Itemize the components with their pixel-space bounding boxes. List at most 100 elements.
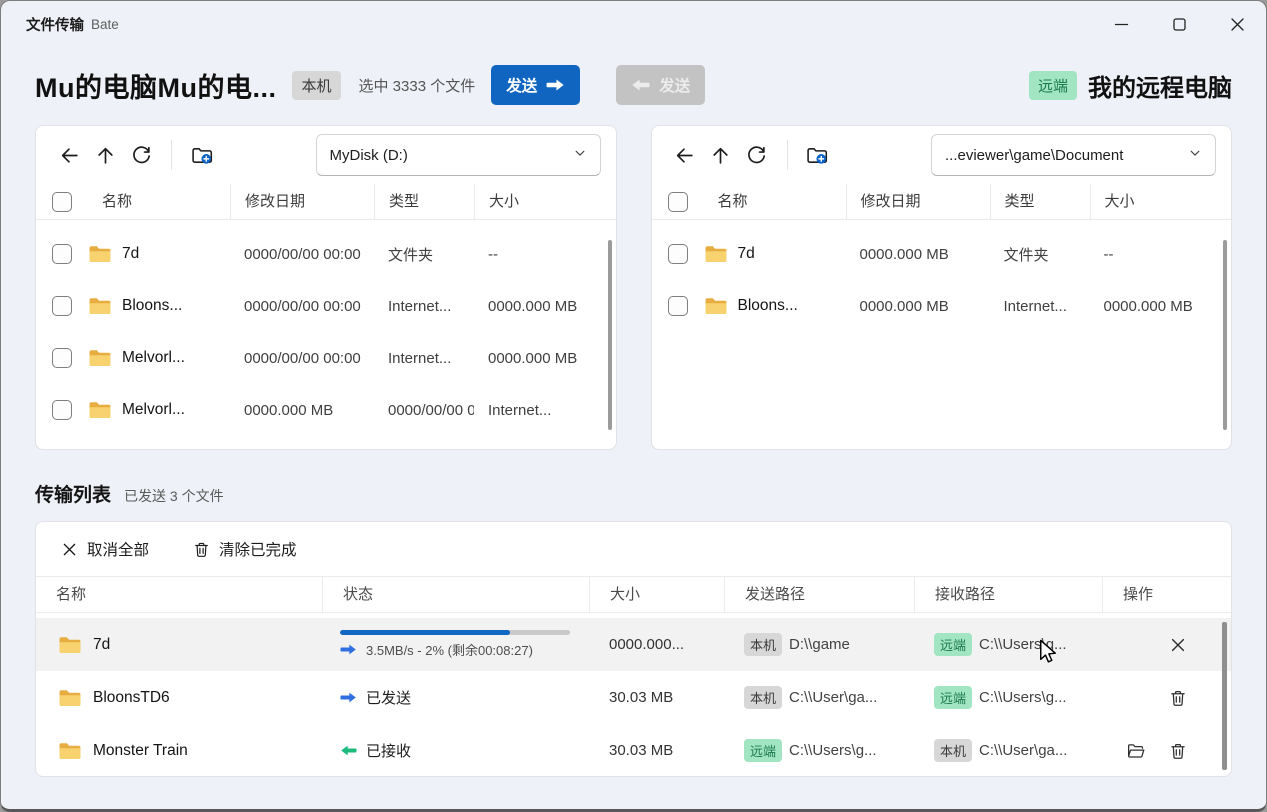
progress-bar	[340, 630, 570, 635]
folder-icon	[58, 635, 82, 655]
open-folder-icon[interactable]	[1127, 742, 1145, 760]
transfer-status-text: 已发送	[366, 687, 411, 708]
column-header-size: 大小	[589, 577, 724, 613]
file-size: 0000.000 MB	[1090, 298, 1232, 315]
row-checkbox[interactable]	[52, 400, 72, 420]
select-all-checkbox[interactable]	[52, 192, 72, 212]
transfer-toolbar: 取消全部 清除已完成	[36, 522, 1231, 577]
column-header-type: 类型	[990, 184, 1090, 220]
transfer-row[interactable]: Monster Train 已接收 30.03 MB 远端C:\\Users\g…	[36, 724, 1231, 777]
file-date: 0000.000 MB	[846, 298, 990, 315]
column-header-date: 修改日期	[846, 184, 990, 220]
select-all-checkbox[interactable]	[668, 192, 688, 212]
recv-path: C:\\Users\g...	[979, 689, 1067, 706]
transfer-size: 30.03 MB	[589, 742, 724, 759]
folder-icon	[58, 741, 82, 761]
local-badge: 本机	[934, 739, 972, 762]
back-icon[interactable]	[51, 137, 87, 173]
file-name: Bloons...	[738, 297, 798, 315]
row-checkbox[interactable]	[668, 296, 688, 316]
row-checkbox[interactable]	[52, 348, 72, 368]
transfer-table-header: 名称 状态 大小 发送路径 接收路径 操作	[36, 577, 1231, 613]
local-badge: 本机	[744, 686, 782, 709]
send-path: C:\\Users\g...	[789, 742, 877, 759]
remote-badge: 远端	[934, 686, 972, 709]
scrollbar[interactable]	[1223, 240, 1227, 430]
receive-button-label: 发送	[659, 74, 690, 96]
column-header-name: 名称	[88, 184, 230, 220]
file-date: 0000/00/00 00:00	[230, 298, 374, 315]
local-toolbar: MyDisk (D:)	[36, 126, 616, 184]
local-badge: 本机	[292, 71, 340, 100]
transfer-row[interactable]: BloonsTD6 已发送 30.03 MB 本机C:\\User\ga... …	[36, 671, 1231, 724]
transfer-status-text: 已接收	[366, 740, 411, 761]
refresh-icon[interactable]	[739, 137, 775, 173]
titlebar: 文件传输 Bate	[1, 1, 1266, 47]
maximize-icon[interactable]	[1150, 1, 1208, 47]
column-header-send-path: 发送路径	[724, 577, 914, 613]
column-header-size: 大小	[1090, 184, 1232, 220]
column-header-size: 大小	[474, 184, 616, 220]
up-icon[interactable]	[87, 137, 123, 173]
file-date: 0000/00/00 00:00	[230, 350, 374, 367]
toolbar-divider	[787, 140, 788, 170]
remote-computer-group: 远端 我的远程电脑	[1029, 68, 1232, 103]
remote-table-header: 名称 修改日期 类型 大小	[652, 184, 1232, 220]
app-title: 文件传输	[26, 14, 84, 35]
file-row[interactable]: 7d 0000.000 MB 文件夹 --	[652, 228, 1232, 280]
local-path-value: MyDisk (D:)	[330, 147, 408, 164]
new-folder-icon[interactable]	[184, 137, 220, 173]
receive-button-disabled[interactable]: 发送	[616, 65, 705, 105]
remote-path-select[interactable]: ...eviewer\game\Document	[931, 134, 1216, 176]
minimize-icon[interactable]	[1092, 1, 1150, 47]
file-row[interactable]: Melvorl... 0000.000 MB 0000/00/00 00:00 …	[36, 384, 616, 436]
toolbar-divider	[171, 140, 172, 170]
local-path-select[interactable]: MyDisk (D:)	[316, 134, 601, 176]
file-date: 0000.000 MB	[846, 246, 990, 263]
chevron-down-icon	[1188, 146, 1202, 164]
clear-completed-label: 清除已完成	[219, 538, 297, 560]
send-direction-icon	[340, 691, 357, 704]
refresh-icon[interactable]	[123, 137, 159, 173]
row-checkbox[interactable]	[52, 244, 72, 264]
file-row[interactable]: Bloons... 0000/00/00 00:00 Internet... 0…	[36, 280, 616, 332]
column-header-recv-path: 接收路径	[914, 577, 1102, 613]
cancel-transfer-icon[interactable]	[1169, 636, 1187, 654]
file-name: Bloons...	[122, 297, 182, 315]
clear-completed-button[interactable]: 清除已完成	[193, 538, 297, 560]
file-name: Melvorl...	[122, 349, 185, 367]
send-path: D:\\game	[789, 636, 850, 653]
transfer-file-name: BloonsTD6	[93, 689, 170, 707]
delete-record-icon[interactable]	[1169, 689, 1187, 707]
cancel-all-button[interactable]: 取消全部	[61, 538, 149, 560]
transfer-file-name: Monster Train	[93, 742, 188, 760]
folder-icon	[58, 688, 82, 708]
file-row[interactable]: 7d 0000/00/00 00:00 文件夹 --	[36, 228, 616, 280]
send-button[interactable]: 发送	[491, 65, 580, 105]
transfer-row[interactable]: 7d 3.5MB/s - 2% (剩余00:08:27) 0000.000...…	[36, 618, 1231, 671]
file-type: Internet...	[374, 350, 474, 367]
remote-file-panel: ...eviewer\game\Document 名称 修改日期 类型 大小 7…	[651, 125, 1233, 450]
file-row[interactable]: Bloons... 0000.000 MB Internet... 0000.0…	[652, 280, 1232, 332]
back-icon[interactable]	[667, 137, 703, 173]
new-folder-icon[interactable]	[800, 137, 836, 173]
row-checkbox[interactable]	[668, 244, 688, 264]
column-header-name: 名称	[36, 577, 322, 613]
scrollbar[interactable]	[608, 240, 612, 430]
close-icon[interactable]	[1208, 1, 1266, 47]
send-direction-icon	[340, 643, 357, 656]
file-type: Internet...	[374, 298, 474, 315]
up-icon[interactable]	[703, 137, 739, 173]
scrollbar[interactable]	[1222, 622, 1227, 770]
file-type: 文件夹	[990, 244, 1090, 265]
file-row[interactable]: Melvorl... 0000/00/00 00:00 Internet... …	[36, 332, 616, 384]
delete-record-icon[interactable]	[1169, 742, 1187, 760]
arrow-left-icon	[631, 78, 650, 92]
row-checkbox[interactable]	[52, 296, 72, 316]
column-header-type: 类型	[374, 184, 474, 220]
folder-icon	[88, 348, 112, 368]
window-controls	[1092, 1, 1266, 47]
progress-fill	[340, 630, 510, 635]
transfer-file-name: 7d	[93, 636, 110, 654]
transfer-size: 0000.000...	[589, 636, 724, 653]
